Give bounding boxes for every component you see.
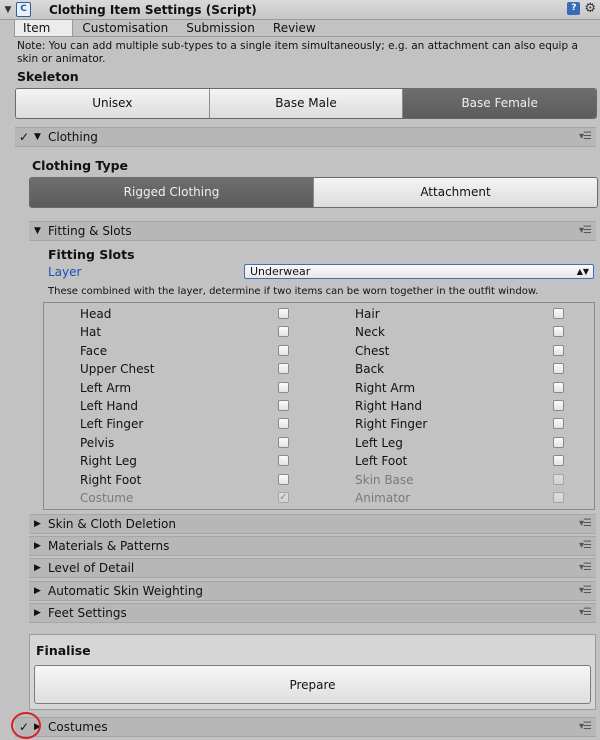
slot-checkbox[interactable] bbox=[553, 436, 564, 448]
fitting-slots-label: Fitting Slots bbox=[48, 247, 135, 262]
slot-checkbox[interactable] bbox=[553, 418, 564, 430]
script-icon: C bbox=[16, 2, 31, 17]
collapsed-triangle-icon: ▶ bbox=[34, 519, 41, 529]
finalise-panel: Finalise Prepare bbox=[29, 634, 596, 710]
skeleton-option-base-male[interactable]: Base Male bbox=[209, 89, 404, 118]
slot-row: Left Foot bbox=[44, 452, 594, 470]
collapsed-triangle-icon: ▶ bbox=[34, 586, 41, 596]
section-foldout-label: Materials & Patterns bbox=[48, 539, 170, 553]
slot-label: Right Finger bbox=[355, 417, 428, 432]
tab-submission[interactable]: Submission bbox=[177, 19, 264, 37]
prepare-button[interactable]: Prepare bbox=[34, 665, 591, 704]
menu-icon[interactable]: ▾☰ bbox=[579, 562, 592, 573]
slot-label: Hair bbox=[355, 307, 380, 321]
clothing-foldout-label: Clothing bbox=[48, 130, 98, 144]
slot-row: Animator bbox=[44, 489, 594, 507]
section-foldout[interactable]: ▶ Feet Settings ▾☰ bbox=[29, 603, 596, 623]
layer-value: Underwear bbox=[250, 265, 311, 278]
expanded-triangle-icon: ▼ bbox=[34, 226, 41, 236]
menu-icon[interactable]: ▾☰ bbox=[579, 131, 592, 142]
fitting-slots-grid: Head Hat Face Upper Chest Left Arm Left Hand L… bbox=[43, 302, 595, 510]
expanded-triangle-icon: ▼ bbox=[34, 132, 41, 142]
collapsed-triangle-icon: ▶ bbox=[34, 541, 41, 551]
tab-bar: Item Customisation Submission Review bbox=[14, 19, 325, 37]
slot-row: Right Finger bbox=[44, 415, 594, 433]
slot-label: Back bbox=[355, 362, 385, 377]
slot-label: Animator bbox=[355, 491, 411, 505]
clothing-foldout[interactable]: ✓ ▼ Clothing ▾☰ bbox=[15, 127, 596, 147]
slot-label: Right Arm bbox=[355, 380, 416, 395]
inspector-header: ▼ C Clothing Item Settings (Script) ? ⚙ bbox=[0, 0, 600, 20]
menu-icon[interactable]: ▾☰ bbox=[579, 607, 592, 618]
menu-icon[interactable]: ▾☰ bbox=[579, 540, 592, 551]
dropdown-arrows-icon: ▲▼ bbox=[576, 267, 589, 276]
slot-row: Skin Base bbox=[44, 471, 594, 489]
menu-icon[interactable]: ▾☰ bbox=[579, 721, 592, 732]
section-foldout-label: Feet Settings bbox=[48, 606, 127, 620]
gear-icon[interactable]: ⚙ bbox=[584, 2, 596, 15]
layer-label: Layer bbox=[48, 265, 82, 279]
tab-item[interactable]: Item bbox=[14, 19, 74, 37]
fitting-slots-foldout-label: Fitting & Slots bbox=[48, 224, 132, 238]
clothing-type-label: Clothing Type bbox=[32, 158, 129, 173]
menu-icon[interactable]: ▾☰ bbox=[579, 585, 592, 596]
slot-row: Left Leg bbox=[44, 434, 594, 452]
slot-label: Chest bbox=[355, 343, 390, 358]
slot-checkbox[interactable] bbox=[553, 455, 564, 467]
slot-row: Neck bbox=[44, 323, 594, 341]
layer-dropdown[interactable]: Underwear ▲▼ bbox=[244, 264, 594, 279]
collapse-triangle-icon[interactable]: ▼ bbox=[0, 5, 16, 15]
section-foldout[interactable]: ▶ Materials & Patterns ▾☰ bbox=[29, 536, 596, 556]
layer-combination-note: These combined with the layer, determine… bbox=[48, 286, 539, 297]
slot-checkbox[interactable] bbox=[553, 381, 564, 393]
section-foldout-label: Skin & Cloth Deletion bbox=[48, 517, 176, 531]
fitting-slots-foldout[interactable]: ▼ Fitting & Slots ▾☰ bbox=[29, 221, 596, 241]
slot-checkbox[interactable] bbox=[553, 308, 564, 319]
section-foldout[interactable]: ▶ Skin & Cloth Deletion ▾☰ bbox=[29, 514, 596, 534]
tab-customisation[interactable]: Customisation bbox=[73, 19, 177, 37]
slot-checkbox[interactable] bbox=[553, 400, 564, 411]
menu-icon[interactable]: ▾☰ bbox=[579, 518, 592, 529]
skeleton-option-unisex[interactable]: Unisex bbox=[16, 89, 210, 118]
slot-checkbox[interactable] bbox=[553, 326, 564, 338]
slot-row: Back bbox=[44, 360, 594, 378]
section-foldout-label: Automatic Skin Weighting bbox=[48, 584, 204, 598]
tab-divider bbox=[14, 36, 600, 37]
component-title: Clothing Item Settings (Script) bbox=[49, 2, 257, 17]
help-book-icon[interactable]: ? bbox=[567, 2, 581, 15]
slot-label: Left Leg bbox=[355, 435, 403, 450]
tab-review[interactable]: Review bbox=[264, 19, 325, 37]
slot-checkbox bbox=[553, 492, 564, 503]
clothing-type-attachment[interactable]: Attachment bbox=[314, 178, 597, 207]
slot-checkbox bbox=[553, 473, 564, 485]
skeleton-option-base-female[interactable]: Base Female bbox=[403, 89, 596, 118]
menu-icon[interactable]: ▾☰ bbox=[579, 225, 592, 236]
slot-row: Chest bbox=[44, 342, 594, 360]
costumes-foldout-label: Costumes bbox=[48, 720, 108, 734]
section-foldout[interactable]: ▶ Level of Detail ▾☰ bbox=[29, 558, 596, 578]
collapsed-triangle-icon: ▶ bbox=[34, 608, 41, 618]
section-foldout[interactable]: ▶ Automatic Skin Weighting ▾☰ bbox=[29, 581, 596, 601]
sub-types-note: Note: You can add multiple sub-types to … bbox=[17, 40, 578, 65]
slot-label: Neck bbox=[355, 325, 385, 340]
clothing-type-rigged[interactable]: Rigged Clothing bbox=[30, 178, 314, 207]
slot-row: Right Hand bbox=[44, 397, 594, 415]
collapsed-triangle-icon: ▶ bbox=[34, 563, 41, 573]
slot-label: Right Hand bbox=[355, 399, 423, 413]
slot-checkbox[interactable] bbox=[553, 344, 564, 356]
costumes-foldout[interactable]: ✓ ▶ Costumes ▾☰ bbox=[15, 717, 596, 737]
skeleton-selector: Unisex Base Male Base Female bbox=[15, 88, 597, 119]
skeleton-label: Skeleton bbox=[17, 69, 79, 84]
clothing-type-selector: Rigged Clothing Attachment bbox=[29, 177, 598, 208]
section-foldout-label: Level of Detail bbox=[48, 561, 135, 575]
clothing-enabled-checkmark-icon[interactable]: ✓ bbox=[19, 130, 32, 144]
slot-row: Hair bbox=[44, 305, 594, 323]
slot-label: Skin Base bbox=[355, 472, 414, 487]
slot-label: Left Foot bbox=[355, 454, 408, 469]
highlight-circle bbox=[11, 712, 41, 739]
slot-checkbox[interactable] bbox=[553, 363, 564, 375]
slot-row: Right Arm bbox=[44, 379, 594, 397]
finalise-label: Finalise bbox=[36, 643, 91, 658]
